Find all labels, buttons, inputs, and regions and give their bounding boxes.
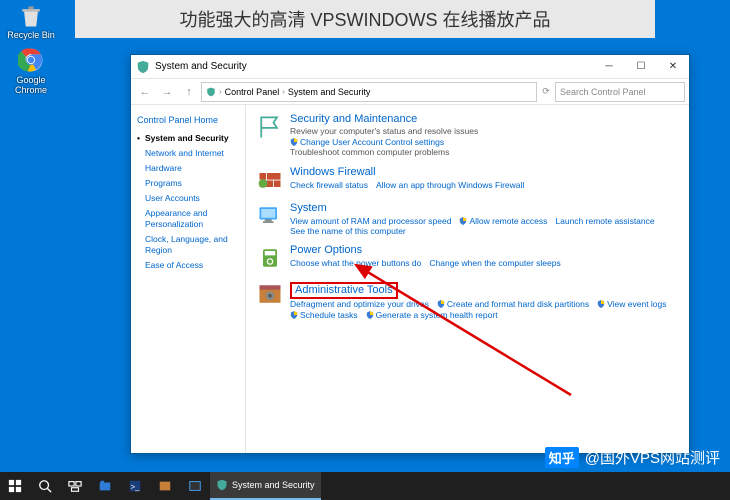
power-icon (256, 244, 284, 272)
category-flag: Security and MaintenanceReview your comp… (256, 113, 679, 158)
sidebar-item[interactable]: Network and Internet (137, 146, 239, 161)
close-button[interactable]: ✕ (657, 55, 689, 79)
category-title[interactable]: System (290, 202, 679, 215)
category-link[interactable]: Launch remote assistance (555, 216, 654, 226)
tools-icon (256, 280, 284, 308)
task-view-icon[interactable] (60, 472, 90, 500)
category-system: SystemView amount of RAM and processor s… (256, 202, 679, 236)
sidebar-item[interactable]: Ease of Access (137, 258, 239, 273)
top-banner: 功能强大的高清 VPSWINDOWS 在线播放产品 (75, 0, 655, 38)
sidebar-header[interactable]: Control Panel Home (137, 115, 239, 125)
category-link[interactable]: See the name of this computer (290, 226, 406, 236)
shield-icon (216, 479, 228, 491)
category-title[interactable]: Security and Maintenance (290, 113, 679, 126)
category-title[interactable]: Power Options (290, 244, 679, 257)
forward-button[interactable]: → (157, 82, 177, 102)
category-link[interactable]: View amount of RAM and processor speed (290, 216, 451, 226)
svg-text:>_: >_ (131, 483, 141, 492)
category-link[interactable]: Allow an app through Windows Firewall (376, 180, 524, 190)
main-content: Security and MaintenanceReview your comp… (246, 105, 689, 453)
taskbar: >_ System and Security (0, 472, 730, 500)
taskbar-app-1[interactable] (90, 472, 120, 500)
start-button[interactable] (0, 472, 30, 500)
desktop-icons: Recycle Bin Google Chrome (2, 2, 60, 102)
minimize-button[interactable]: ─ (593, 55, 625, 79)
search-icon[interactable] (30, 472, 60, 500)
refresh-button[interactable]: ⟳ (539, 86, 553, 97)
sidebar: Control Panel Home System and SecurityNe… (131, 105, 246, 453)
sidebar-item[interactable]: Appearance and Personalization (137, 206, 239, 232)
category-title[interactable]: Windows Firewall (290, 166, 679, 179)
category-link[interactable]: Change User Account Control settings (290, 137, 444, 147)
category-title-highlighted[interactable]: Administrative Tools (290, 282, 398, 299)
search-input[interactable]: Search Control Panel (555, 82, 685, 102)
category-link[interactable]: View event logs (597, 299, 666, 309)
category-power: Power OptionsChoose what the power butto… (256, 244, 679, 272)
category-link[interactable]: Schedule tasks (290, 310, 358, 320)
sidebar-item[interactable]: Programs (137, 176, 239, 191)
maximize-button[interactable]: ☐ (625, 55, 657, 79)
back-button[interactable]: ← (135, 82, 155, 102)
taskbar-app-2[interactable]: >_ (120, 472, 150, 500)
watermark: 知乎 @国外VPS网站测评 (545, 447, 720, 468)
sidebar-item[interactable]: System and Security (137, 131, 239, 146)
shield-icon (136, 60, 150, 74)
taskbar-app-3[interactable] (150, 472, 180, 500)
up-button[interactable]: ↑ (179, 82, 199, 102)
breadcrumb[interactable]: › Control Panel › System and Security (201, 82, 537, 102)
window-title: System and Security (155, 61, 593, 72)
titlebar[interactable]: System and Security ─ ☐ ✕ (131, 55, 689, 79)
category-link[interactable]: Allow remote access (459, 216, 547, 226)
zhihu-logo-icon: 知乎 (545, 447, 579, 468)
taskbar-app-4[interactable] (180, 472, 210, 500)
category-link[interactable]: Check firewall status (290, 180, 368, 190)
taskbar-active-window[interactable]: System and Security (210, 472, 321, 500)
sidebar-item[interactable]: Hardware (137, 161, 239, 176)
category-link[interactable]: Choose what the power buttons do (290, 258, 421, 268)
shield-icon (206, 87, 216, 97)
category-link[interactable]: Generate a system health report (366, 310, 498, 320)
recycle-bin-icon[interactable]: Recycle Bin (2, 2, 60, 41)
category-link[interactable]: Defragment and optimize your drives (290, 299, 429, 309)
wall-icon (256, 166, 284, 194)
flag-icon (256, 113, 284, 141)
chrome-icon[interactable]: Google Chrome (2, 47, 60, 96)
control-panel-window: System and Security ─ ☐ ✕ ← → ↑ › Contro… (130, 54, 690, 454)
category-link[interactable]: Create and format hard disk partitions (437, 299, 589, 309)
category-wall: Windows FirewallCheck firewall status All… (256, 166, 679, 194)
address-bar: ← → ↑ › Control Panel › System and Secur… (131, 79, 689, 105)
sidebar-item[interactable]: User Accounts (137, 191, 239, 206)
system-icon (256, 202, 284, 230)
sidebar-item[interactable]: Clock, Language, and Region (137, 232, 239, 258)
category-tools: Administrative ToolsDefragment and optim… (256, 280, 679, 320)
category-link[interactable]: Change when the computer sleeps (429, 258, 560, 268)
